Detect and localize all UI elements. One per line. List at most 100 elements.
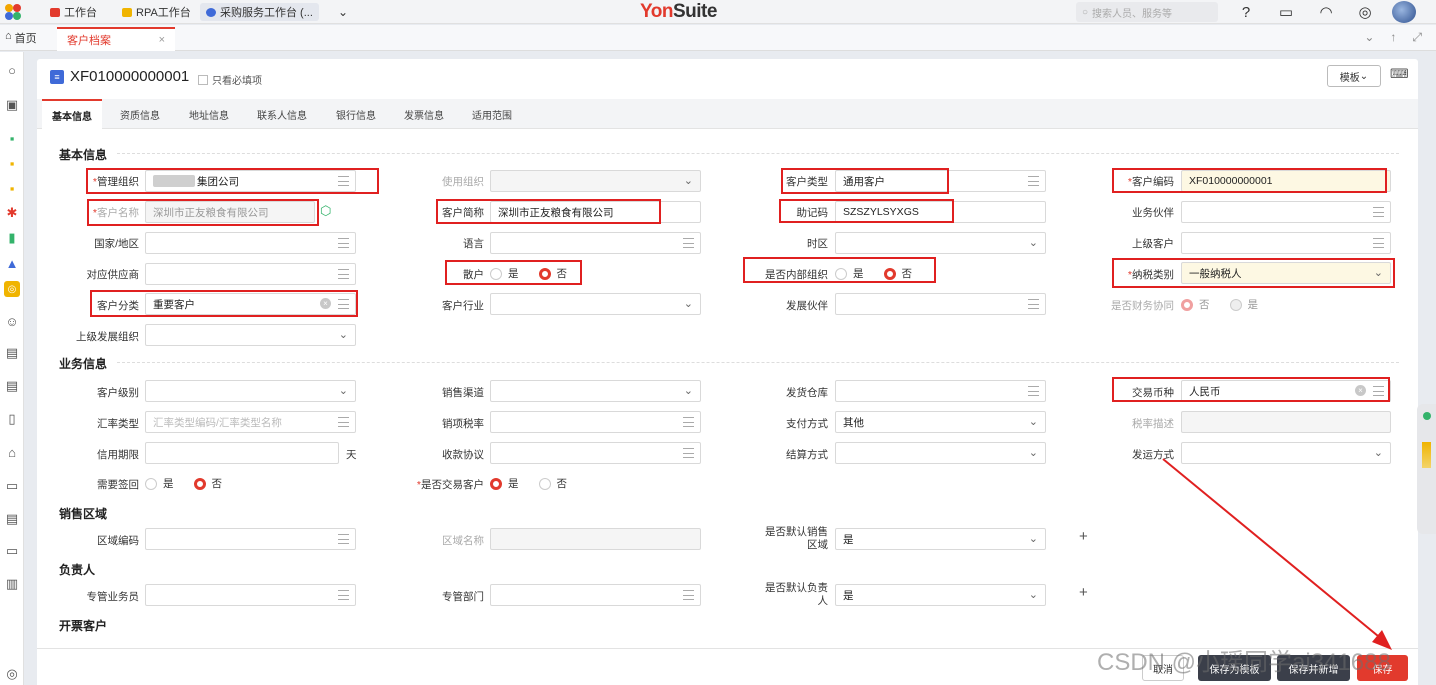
customer-code-field[interactable]: XF010000000001: [1181, 170, 1391, 192]
settlement-select[interactable]: ⌄: [835, 442, 1046, 464]
industry-select[interactable]: ⌄: [490, 293, 701, 315]
radio-yes[interactable]: [835, 267, 847, 280]
add-row-icon[interactable]: +: [1079, 528, 1088, 545]
tab-invoice[interactable]: 发票信息: [394, 99, 454, 129]
radio-yes[interactable]: [490, 267, 502, 280]
agreement-field[interactable]: [490, 442, 701, 464]
list-icon[interactable]: [338, 417, 349, 427]
rate-type-field[interactable]: 汇率类型编码/汇率类型名称: [145, 411, 356, 433]
clear-icon[interactable]: ×: [320, 298, 331, 309]
monitor-icon[interactable]: ▭: [4, 543, 20, 559]
sales-channel-select[interactable]: ⌄: [490, 380, 701, 402]
compass-icon[interactable]: ◎: [1355, 2, 1375, 22]
chart-icon[interactable]: ▥: [4, 576, 20, 592]
country-field[interactable]: [145, 232, 356, 254]
default-sales-area-select[interactable]: 是 ⌄: [835, 528, 1046, 550]
tabs-dropdown-chevron-icon[interactable]: ⌄: [338, 3, 348, 21]
app-icon[interactable]: ✱: [4, 205, 20, 221]
list-icon[interactable]: [683, 238, 694, 248]
list-icon[interactable]: [338, 238, 349, 248]
list-icon[interactable]: [1028, 176, 1039, 186]
app-icon[interactable]: ◎: [4, 281, 20, 297]
shield-icon[interactable]: ⬡: [320, 203, 334, 219]
add-row-icon[interactable]: +: [1079, 584, 1088, 601]
list-icon[interactable]: [338, 299, 349, 309]
dept-field[interactable]: [490, 584, 701, 606]
calendar-icon[interactable]: ▣: [4, 97, 20, 113]
tax-category-select[interactable]: 一般纳税人 ⌄: [1181, 262, 1391, 284]
tab-customer-archive[interactable]: 客户档案 ×: [57, 27, 175, 51]
home-tab[interactable]: ⌂ 首页: [5, 30, 37, 46]
parent-customer-field[interactable]: [1181, 232, 1391, 254]
store-icon[interactable]: ▤: [4, 378, 20, 394]
radio-no[interactable]: [193, 477, 206, 490]
business-partner-field[interactable]: [1181, 201, 1391, 223]
dev-partner-field[interactable]: [835, 293, 1046, 315]
app-logo[interactable]: [4, 3, 22, 21]
tab-contacts[interactable]: 联系人信息: [247, 99, 317, 129]
list-icon[interactable]: [1028, 386, 1039, 396]
tab-basic-info[interactable]: 基本信息: [42, 99, 102, 129]
top-tab-workbench[interactable]: 工作台: [50, 3, 97, 21]
org-field[interactable]: 集团公司: [145, 170, 356, 192]
list-icon[interactable]: [1373, 238, 1384, 248]
list-icon[interactable]: [338, 590, 349, 600]
credit-term-field[interactable]: [145, 442, 339, 464]
currency-field[interactable]: 人民币 ×: [1181, 380, 1391, 402]
timezone-select[interactable]: ⌄: [835, 232, 1046, 254]
customer-level-select[interactable]: ⌄: [145, 380, 356, 402]
checkbox[interactable]: [198, 74, 208, 85]
help-icon[interactable]: ?: [1236, 2, 1256, 22]
clear-icon[interactable]: ×: [1355, 385, 1366, 396]
home-icon[interactable]: ⌂: [4, 444, 20, 460]
template-button[interactable]: 模板 ⌄: [1327, 65, 1381, 87]
radio-no[interactable]: [538, 477, 551, 490]
list-icon[interactable]: [683, 448, 694, 458]
payment-select[interactable]: 其他 ⌄: [835, 411, 1046, 433]
upload-icon[interactable]: ↑: [1390, 30, 1396, 45]
tab-address[interactable]: 地址信息: [179, 99, 239, 129]
language-field[interactable]: [490, 232, 701, 254]
keyboard-icon[interactable]: ⌨: [1390, 66, 1409, 84]
short-name-field[interactable]: 深圳市正友粮食有限公司: [490, 201, 701, 223]
required-only-checkbox[interactable]: 只看必填项: [198, 72, 262, 87]
parent-dev-org-select[interactable]: ⌄: [145, 324, 356, 346]
list-icon[interactable]: [338, 534, 349, 544]
grid-icon[interactable]: ▪: [4, 130, 20, 146]
default-responsible-select[interactable]: 是 ⌄: [835, 584, 1046, 606]
settings-icon[interactable]: ◎: [4, 666, 20, 682]
close-icon[interactable]: ×: [159, 34, 165, 46]
top-tab-rpa[interactable]: RPA工作台: [122, 3, 191, 21]
staff-field[interactable]: [145, 584, 356, 606]
headset-icon[interactable]: ◠: [1316, 2, 1336, 22]
shipping-select[interactable]: ⌄: [1181, 442, 1391, 464]
area-code-field[interactable]: [145, 528, 356, 550]
list-icon[interactable]: [1373, 386, 1384, 396]
customer-class-field[interactable]: 重要客户 ×: [145, 293, 356, 315]
user-icon[interactable]: ☺: [4, 313, 20, 329]
list-icon[interactable]: [338, 176, 349, 186]
warehouse-field[interactable]: [835, 380, 1046, 402]
app-icon[interactable]: ▲: [4, 255, 20, 271]
message-icon[interactable]: ▭: [1276, 2, 1296, 22]
fullscreen-icon[interactable]: ⤢: [1412, 30, 1422, 45]
tab-scope[interactable]: 适用范围: [462, 99, 522, 129]
app-icon[interactable]: ▪: [4, 155, 20, 171]
radio-no[interactable]: [538, 267, 551, 280]
list-icon[interactable]: [683, 417, 694, 427]
collapse-icon[interactable]: ⌄: [1364, 30, 1374, 45]
list-icon[interactable]: [1373, 207, 1384, 217]
document-icon[interactable]: ▭: [4, 478, 20, 494]
radio-no[interactable]: [883, 267, 896, 280]
radio-yes[interactable]: [145, 477, 157, 490]
global-search-input[interactable]: ○ 搜索人员、服务等: [1076, 2, 1218, 22]
clipboard-icon[interactable]: ▯: [4, 411, 20, 427]
side-widget[interactable]: [1417, 404, 1436, 534]
customer-type-field[interactable]: 通用客户: [835, 170, 1046, 192]
store-icon[interactable]: ▤: [4, 345, 20, 361]
tax-rate-field[interactable]: [490, 411, 701, 433]
mnemonic-field[interactable]: SZSZYLSYXGS: [835, 201, 1046, 223]
tab-qualification[interactable]: 资质信息: [110, 99, 170, 129]
tab-bank[interactable]: 银行信息: [326, 99, 386, 129]
list-icon[interactable]: [338, 269, 349, 279]
